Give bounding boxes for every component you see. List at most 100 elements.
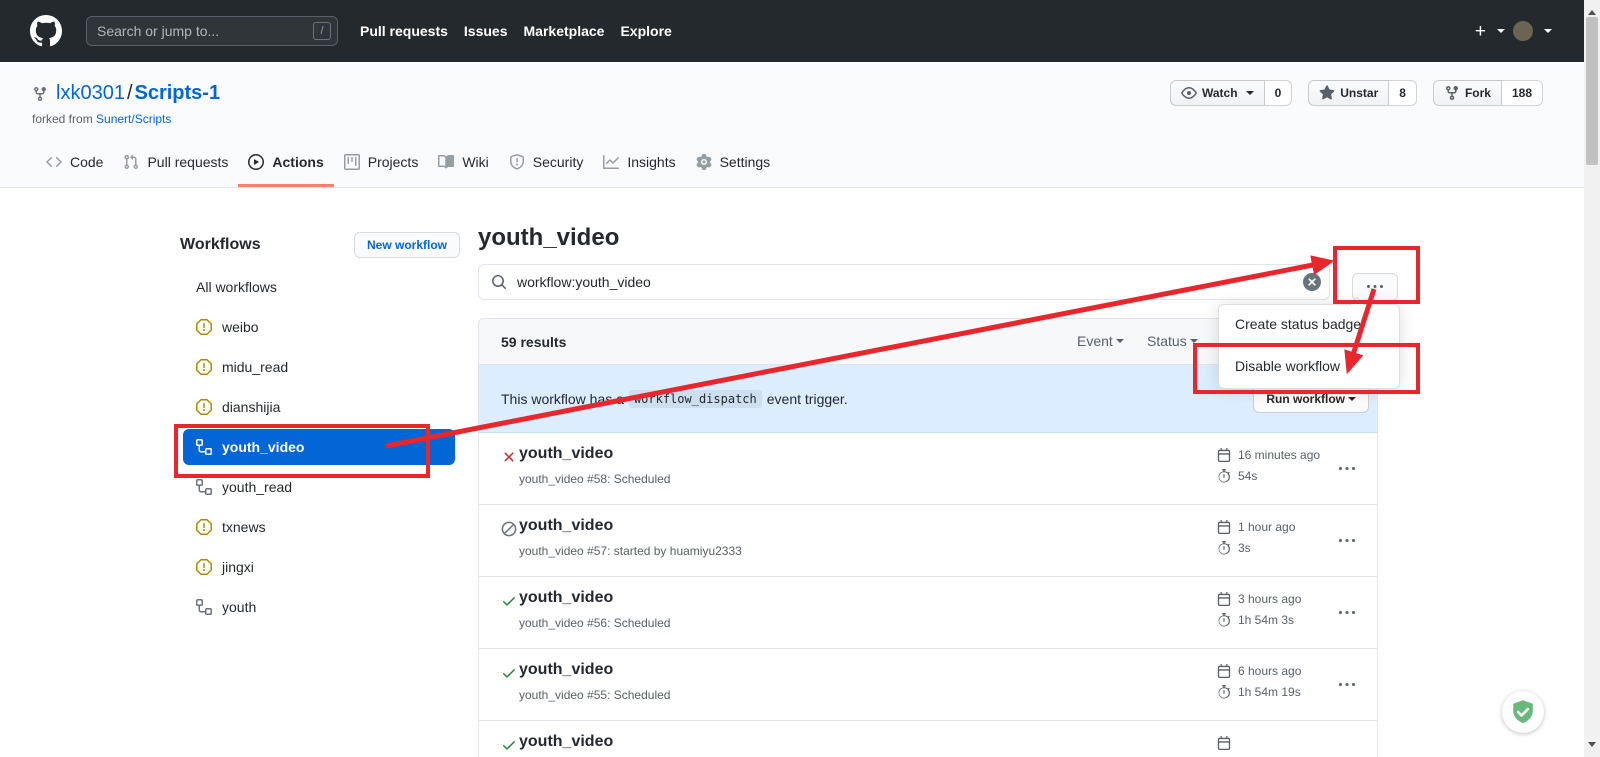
tab-settings[interactable]: Settings <box>686 141 781 187</box>
repo-name-link[interactable]: Scripts-1 <box>135 82 221 104</box>
search-icon <box>491 274 507 290</box>
run-options-button[interactable] <box>1335 529 1359 553</box>
avatar-caret-icon[interactable] <box>1544 29 1552 37</box>
scroll-up-icon[interactable] <box>1588 6 1596 15</box>
avatar[interactable] <box>1513 21 1533 41</box>
nav-marketplace[interactable]: Marketplace <box>524 23 605 39</box>
status-filter[interactable]: Status <box>1147 333 1198 349</box>
runs-filter-input[interactable] <box>515 273 1295 291</box>
repo-forked-icon <box>32 86 48 102</box>
header-search-placeholder: Search or jump to... <box>97 23 219 39</box>
run-row[interactable]: youth_video youth_video #56: Scheduled 3… <box>479 577 1377 649</box>
calendar-icon <box>1217 592 1231 606</box>
tab-pull-requests[interactable]: Pull requests <box>113 141 238 187</box>
fork-button[interactable]: Fork <box>1433 80 1502 106</box>
warning-icon <box>196 559 212 575</box>
event-filter[interactable]: Event <box>1077 333 1124 349</box>
kebab-icon <box>1367 279 1383 295</box>
plus-icon[interactable]: + <box>1475 22 1486 41</box>
run-title-link[interactable]: youth_video <box>519 589 613 607</box>
watch-count[interactable]: 0 <box>1265 80 1293 106</box>
nav-pull-requests[interactable]: Pull requests <box>360 23 448 39</box>
tab-wiki[interactable]: Wiki <box>428 141 498 187</box>
tab-security[interactable]: Security <box>499 141 594 187</box>
sidebar-item-weibo[interactable]: weibo <box>180 307 460 347</box>
sidebar-item-midu-read[interactable]: midu_read <box>180 347 460 387</box>
slash-key-hint: / <box>313 22 331 40</box>
menu-item-disable-workflow[interactable]: Disable workflow <box>1219 343 1399 388</box>
sidebar-item-txnews[interactable]: txnews <box>180 507 460 547</box>
run-title-link[interactable]: youth_video <box>519 733 613 751</box>
stopwatch-icon <box>1217 685 1231 699</box>
run-title-link[interactable]: youth_video <box>519 661 613 679</box>
fork-source-link[interactable]: Sunert/Scripts <box>96 112 171 126</box>
shield-icon <box>509 154 525 170</box>
star-count[interactable]: 8 <box>1389 80 1417 106</box>
watch-button[interactable]: Watch <box>1170 80 1265 106</box>
sidebar-item-jingxi[interactable]: jingxi <box>180 547 460 587</box>
scrollbar-thumb[interactable] <box>1586 17 1598 165</box>
workflow-options-menu: Create status badge Disable workflow <box>1218 304 1400 389</box>
run-title-link[interactable]: youth_video <box>519 517 613 535</box>
run-options-button[interactable] <box>1335 673 1359 697</box>
new-workflow-button[interactable]: New workflow <box>354 232 460 258</box>
failed-icon <box>501 449 517 465</box>
star-icon <box>1319 85 1335 101</box>
runs-filter <box>478 264 1330 300</box>
x-circle-icon <box>1303 273 1321 291</box>
calendar-icon <box>1217 520 1231 534</box>
unstar-button[interactable]: Unstar <box>1308 80 1389 106</box>
fork-count[interactable]: 188 <box>1502 80 1543 106</box>
run-meta: 3 hours ago 1h 54m 3s <box>1217 588 1301 630</box>
scrollbar[interactable] <box>1584 0 1600 757</box>
sidebar-item-youth[interactable]: youth <box>180 587 460 627</box>
shield-badge[interactable] <box>1502 691 1544 733</box>
sidebar-item-dianshijia[interactable]: dianshijia <box>180 387 460 427</box>
sidebar-item-all-workflows[interactable]: All workflows <box>180 267 460 307</box>
kebab-icon <box>1339 461 1355 477</box>
scroll-down-icon[interactable] <box>1588 742 1596 751</box>
run-row[interactable]: youth_video youth_video #58: Scheduled 1… <box>479 433 1377 505</box>
banner-text-before: This workflow has a <box>501 391 624 407</box>
nav-issues[interactable]: Issues <box>464 23 508 39</box>
tab-projects[interactable]: Projects <box>334 141 429 187</box>
clear-filter-button[interactable] <box>1303 273 1321 291</box>
kebab-icon <box>1339 605 1355 621</box>
warning-icon <box>196 359 212 375</box>
watch-group: Watch 0 <box>1170 80 1292 106</box>
github-logo-icon[interactable] <box>30 15 62 47</box>
chevron-down-icon <box>1190 339 1198 347</box>
kebab-icon <box>1339 677 1355 693</box>
run-title-link[interactable]: youth_video <box>519 445 613 463</box>
menu-item-create-status-badge[interactable]: Create status badge <box>1219 305 1399 343</box>
header-search-input[interactable]: Search or jump to... / <box>86 16 338 46</box>
cancelled-icon <box>501 521 517 537</box>
code-icon <box>46 154 62 170</box>
run-row[interactable]: youth_video youth_video #57: started by … <box>479 505 1377 577</box>
tab-code[interactable]: Code <box>36 141 113 187</box>
workflows-list: All workflows weibo midu_read dianshijia… <box>180 267 460 627</box>
star-group: Unstar 8 <box>1308 80 1417 106</box>
play-icon <box>248 154 264 170</box>
calendar-icon <box>1217 448 1231 462</box>
run-options-button[interactable] <box>1335 457 1359 481</box>
plus-caret-icon[interactable] <box>1497 29 1505 37</box>
run-options-button[interactable] <box>1335 601 1359 625</box>
fork-note-prefix: forked from <box>32 112 93 126</box>
gear-icon <box>696 154 712 170</box>
top-navbar: Search or jump to... / Pull requests Iss… <box>0 0 1600 62</box>
tab-insights[interactable]: Insights <box>593 141 685 187</box>
sidebar-item-youth-video[interactable]: youth_video <box>183 429 455 465</box>
nav-explore[interactable]: Explore <box>620 23 671 39</box>
sidebar-item-youth-read[interactable]: youth_read <box>180 467 460 507</box>
calendar-icon <box>1217 736 1231 750</box>
stopwatch-icon <box>1217 613 1231 627</box>
run-meta: 6 hours ago 1h 54m 19s <box>1217 660 1301 702</box>
run-row[interactable]: youth_video <box>479 721 1377 757</box>
tab-actions[interactable]: Actions <box>238 141 333 187</box>
warning-icon <box>196 519 212 535</box>
repo-tabs: Code Pull requests Actions Projects Wiki… <box>36 141 780 187</box>
run-row[interactable]: youth_video youth_video #55: Scheduled 6… <box>479 649 1377 721</box>
repo-owner-link[interactable]: lxk0301 <box>56 82 125 104</box>
workflow-icon <box>196 439 212 455</box>
